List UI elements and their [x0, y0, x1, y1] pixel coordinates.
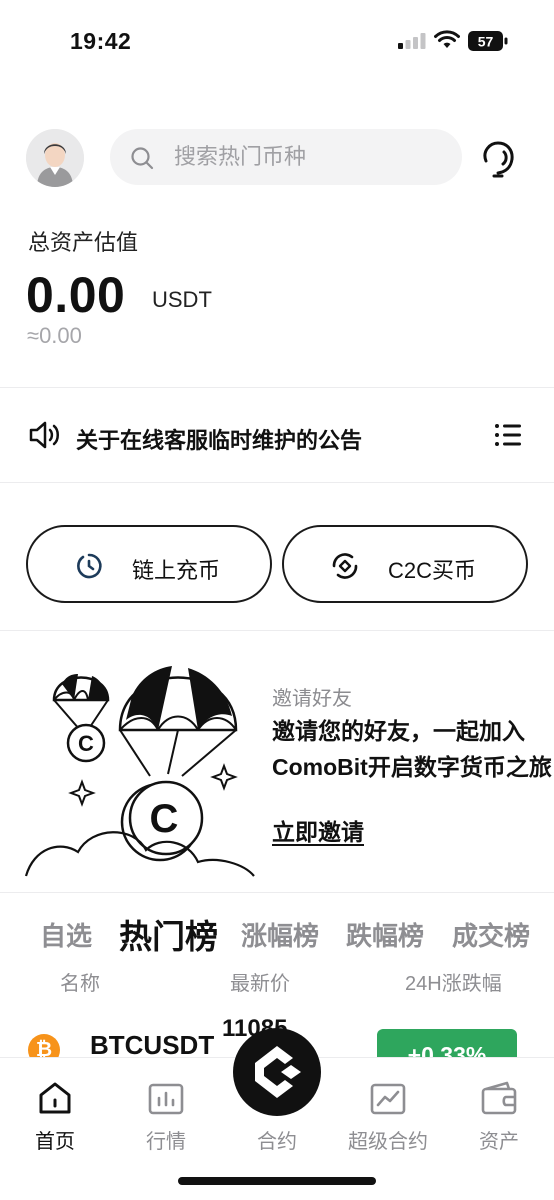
tabbar-market[interactable]: 行情	[116, 1078, 216, 1158]
onchain-deposit-button[interactable]: 链上充币	[26, 525, 272, 603]
invite-banner[interactable]: C C 邀请好友 邀请您的好友，一起加入 ComoBit开启数字货币之旅 立即邀…	[0, 630, 554, 890]
exchange-icon	[332, 553, 358, 579]
c2c-buy-button[interactable]: C2C买币	[282, 525, 528, 603]
tabbar-home-label: 首页	[35, 1131, 75, 1153]
column-header-price: 最新价	[230, 973, 290, 995]
speaker-icon	[29, 421, 59, 449]
status-bar: 19:42 57	[0, 0, 554, 80]
brand-logo-icon	[255, 1046, 301, 1098]
btc-coin-icon: ₿	[28, 1034, 60, 1058]
home-header	[0, 125, 554, 191]
home-icon	[39, 1082, 71, 1114]
invite-headline-2: ComoBit开启数字货币之旅	[272, 754, 552, 780]
invite-kicker: 邀请好友	[272, 688, 352, 710]
tab-hot[interactable]: 热门榜	[119, 910, 218, 958]
tabbar-super-contract[interactable]: 超级合约	[338, 1078, 438, 1158]
search-input[interactable]	[174, 129, 444, 185]
contract-center-button[interactable]	[233, 1028, 321, 1116]
parachute-coins-illustration: C C	[24, 666, 255, 877]
divider	[0, 387, 554, 388]
column-header-name: 名称	[60, 973, 100, 995]
customer-service-icon[interactable]	[478, 139, 518, 179]
status-time: 19:42	[70, 28, 132, 54]
tabbar-assets[interactable]: 资产	[449, 1078, 549, 1158]
divider	[0, 892, 554, 893]
battery-level: 57	[478, 34, 494, 50]
tab-losers[interactable]: 跌幅榜	[346, 916, 424, 953]
svg-text:C: C	[150, 797, 179, 841]
invite-headline-1: 邀请您的好友，一起加入	[272, 718, 525, 744]
tabbar-super-contract-label: 超级合约	[348, 1131, 428, 1153]
market-tabs: 自选 热门榜 涨幅榜 跌幅榜 成交榜	[0, 910, 554, 960]
list-icon[interactable]	[494, 422, 522, 448]
tabbar-assets-label: 资产	[479, 1131, 519, 1153]
deposit-label: 链上充币	[132, 558, 221, 583]
wallet-icon	[481, 1081, 517, 1115]
market-row-change-badge: +0.33%	[377, 1029, 517, 1058]
tabbar-contract-label: 合约	[257, 1131, 297, 1153]
tab-gainers[interactable]: 涨幅榜	[241, 916, 319, 953]
market-row-symbol: BTCUSDT	[90, 1030, 215, 1058]
avatar[interactable]	[26, 129, 84, 187]
tab-volume[interactable]: 成交榜	[452, 916, 530, 953]
total-assets-unit: USDT	[152, 287, 212, 312]
tab-watchlist[interactable]: 自选	[40, 916, 92, 953]
tabbar-market-label: 行情	[146, 1131, 186, 1153]
search-bar[interactable]	[110, 129, 462, 185]
trend-chart-icon	[370, 1083, 406, 1115]
c2c-label: C2C买币	[388, 558, 477, 583]
total-assets-value: 0.00	[26, 267, 126, 323]
tabbar-home[interactable]: 首页	[5, 1078, 105, 1158]
cellular-signal-icon	[398, 33, 426, 49]
home-indicator	[178, 1177, 376, 1185]
announcement-bar[interactable]: 关于在线客服临时维护的公告	[0, 390, 554, 482]
market-chart-icon	[148, 1083, 184, 1115]
battery-icon: 57	[468, 31, 508, 51]
refresh-timer-icon	[77, 553, 102, 579]
search-icon	[131, 147, 154, 170]
invite-now-link[interactable]: 立即邀请	[272, 813, 364, 847]
total-assets-approx: ≈0.00	[27, 323, 82, 348]
column-header-change: 24H涨跌幅	[405, 973, 502, 995]
svg-text:C: C	[78, 731, 94, 756]
divider	[0, 482, 554, 483]
announcement-text: 关于在线客服临时维护的公告	[76, 428, 363, 453]
wifi-icon	[434, 30, 460, 48]
total-assets-label: 总资产估值	[28, 230, 139, 255]
user-avatar-icon	[26, 129, 84, 187]
